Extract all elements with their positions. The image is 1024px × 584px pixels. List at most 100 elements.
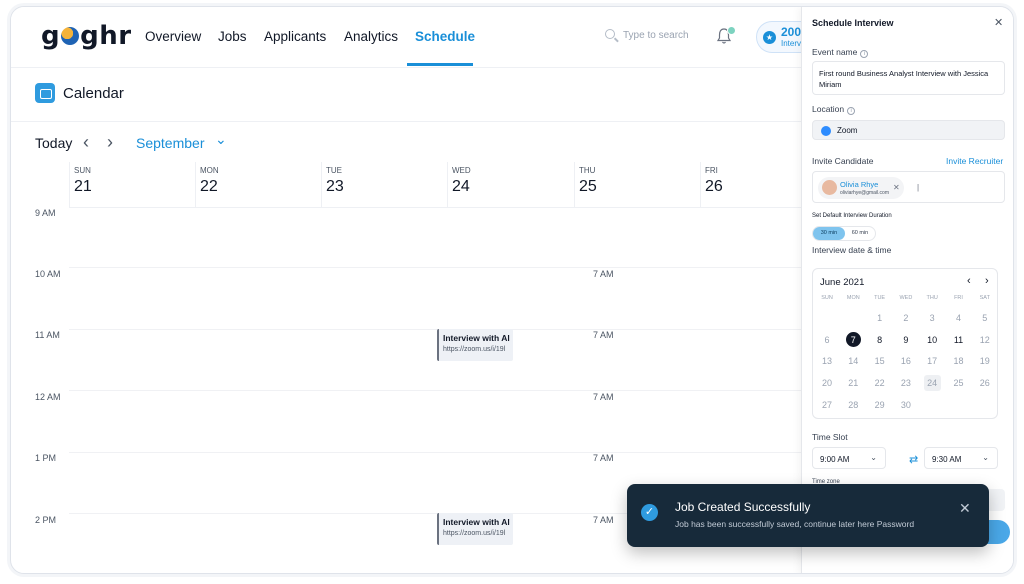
invite-recruiter-link[interactable]: Invite Recruiter: [946, 156, 1003, 166]
top-navigation: g ghr Overview Jobs Applicants Analytics …: [11, 7, 816, 67]
calendar-day[interactable]: 23: [893, 375, 919, 391]
calendar-day[interactable]: 1: [867, 310, 893, 326]
day-name: SUN: [74, 166, 91, 175]
calendar-day[interactable]: 8: [867, 332, 893, 348]
time-slot-label: Time Slot: [812, 432, 848, 442]
calendar-day[interactable]: 4: [946, 310, 972, 326]
chevron-right-icon[interactable]: ›: [107, 132, 113, 153]
chevron-left-icon[interactable]: ‹: [83, 132, 89, 153]
calendar-day[interactable]: 26: [972, 375, 998, 391]
date-grid: SUN MON TUE WED THU FRI SAT 1 2 3 4 5 6 7 8 9 10 11 12 13 14…: [813, 269, 999, 420]
duration-60-option[interactable]: 60 min: [845, 227, 875, 240]
datetime-label: Interview date & time: [812, 245, 892, 255]
nav-analytics[interactable]: Analytics: [344, 29, 398, 44]
globe-icon: [61, 27, 80, 45]
calendar-day[interactable]: 11: [946, 332, 972, 348]
toast-description: Job has been successfully saved, continu…: [675, 519, 915, 529]
app-frame: g ghr Overview Jobs Applicants Analytics …: [10, 6, 1014, 574]
day-name: THU: [579, 166, 596, 175]
calendar-day[interactable]: 19: [972, 353, 998, 369]
close-icon[interactable]: ✕: [959, 500, 971, 517]
time-from-select[interactable]: 9:00 AM ⌄: [812, 447, 886, 469]
calendar-day[interactable]: 22: [867, 375, 893, 391]
event-url: https://zoom.us/i/19l: [443, 530, 506, 537]
calendar-day[interactable]: 6: [814, 332, 840, 348]
month-selector[interactable]: September: [136, 135, 204, 151]
calendar-day[interactable]: 29: [867, 397, 893, 413]
nav-active-indicator: [407, 63, 473, 66]
day-date: 23: [326, 178, 344, 195]
calendar-day[interactable]: 27: [814, 397, 840, 413]
day-date: 24: [452, 178, 470, 195]
time-label: 7 AM: [593, 453, 614, 463]
day-date: 26: [705, 178, 723, 195]
swap-icon[interactable]: ⇄: [909, 453, 918, 466]
duration-30-option[interactable]: 30 min: [813, 227, 845, 240]
hour-label: 2 PM: [35, 515, 57, 525]
calendar-day[interactable]: 21: [840, 375, 866, 391]
nav-applicants[interactable]: Applicants: [264, 29, 326, 44]
calendar-day[interactable]: 16: [893, 353, 919, 369]
interviews-label: Interv: [781, 39, 802, 48]
weekday-label: FRI: [954, 295, 963, 301]
date-picker: June 2021 ‹ › SUN MON TUE WED THU FRI SAT 1 2 3 4 5…: [812, 268, 998, 419]
hour-label: 1 PM: [35, 453, 57, 463]
calendar-day[interactable]: 10: [919, 332, 945, 348]
event-title: Interview with Al: [443, 517, 510, 527]
calendar-day[interactable]: 14: [840, 353, 866, 369]
calendar-day[interactable]: 3: [919, 310, 945, 326]
today-button[interactable]: Today: [35, 135, 72, 151]
candidate-email: oliviarhye@gmail.com: [840, 190, 889, 196]
close-icon[interactable]: ✕: [994, 16, 1003, 29]
goghr-logo[interactable]: g ghr: [41, 21, 132, 51]
chevron-down-icon: ⌄: [870, 453, 877, 462]
hour-label: 10 AM: [35, 269, 61, 279]
calendar-day[interactable]: 5: [972, 310, 998, 326]
location-field[interactable]: Zoom: [812, 120, 1005, 140]
interview-event[interactable]: Interview with Al https://zoom.us/i/19l: [437, 513, 513, 545]
calendar-day[interactable]: 20: [814, 375, 840, 391]
time-label: 7 AM: [593, 515, 614, 525]
hour-gridline: [69, 267, 801, 268]
remove-icon[interactable]: ✕: [893, 183, 900, 192]
nav-schedule[interactable]: Schedule: [415, 29, 475, 44]
chevron-down-icon[interactable]: ⌄: [215, 131, 227, 148]
interview-event[interactable]: Interview with Al https://zoom.us/i/19l: [437, 329, 513, 361]
duration-label: Set Default Interview Duration: [812, 213, 892, 219]
info-icon: i: [847, 107, 856, 115]
calendar-day[interactable]: 9: [893, 332, 919, 348]
calendar-day[interactable]: 25: [946, 375, 972, 391]
weekday-label: SAT: [979, 295, 990, 301]
calendar-day[interactable]: 12: [972, 332, 998, 348]
search-input[interactable]: Type to search: [605, 29, 689, 41]
calendar-day[interactable]: 7: [840, 331, 866, 348]
calendar-day[interactable]: 2: [893, 310, 919, 326]
divider: [69, 207, 801, 208]
time-to-select[interactable]: 9:30 AM ⌄: [924, 447, 998, 469]
calendar-day[interactable]: 17: [919, 353, 945, 369]
event-title: Interview with Al: [443, 333, 510, 343]
candidate-input[interactable]: Olivia Rhye oliviarhye@gmail.com ✕ |: [812, 171, 1005, 203]
day-name: FRI: [705, 166, 718, 175]
success-toast: ✓ Job Created Successfully Job has been …: [627, 484, 989, 547]
candidate-name: Olivia Rhye: [840, 180, 879, 189]
day-date: 22: [200, 178, 218, 195]
time-to-value: 9:30 AM: [932, 455, 962, 464]
calendar-day[interactable]: 24: [919, 375, 945, 392]
nav-overview[interactable]: Overview: [145, 29, 201, 44]
weekday-label: THU: [926, 295, 938, 301]
event-url: https://zoom.us/i/19l: [443, 346, 506, 353]
candidate-chip[interactable]: Olivia Rhye oliviarhye@gmail.com ✕: [818, 177, 904, 199]
hour-gridline: [69, 452, 801, 453]
divider: [11, 121, 801, 122]
divider: [11, 67, 801, 68]
nav-jobs[interactable]: Jobs: [218, 29, 247, 44]
day-header-thu: THU 25: [574, 162, 700, 207]
calendar-day[interactable]: 15: [867, 353, 893, 369]
weekday-label: SUN: [821, 295, 833, 301]
calendar-day[interactable]: 28: [840, 397, 866, 413]
event-name-field[interactable]: First round Business Analyst Interview w…: [812, 61, 1005, 95]
calendar-day[interactable]: 13: [814, 353, 840, 369]
calendar-day[interactable]: 18: [946, 353, 972, 369]
calendar-day[interactable]: 30: [893, 397, 919, 413]
